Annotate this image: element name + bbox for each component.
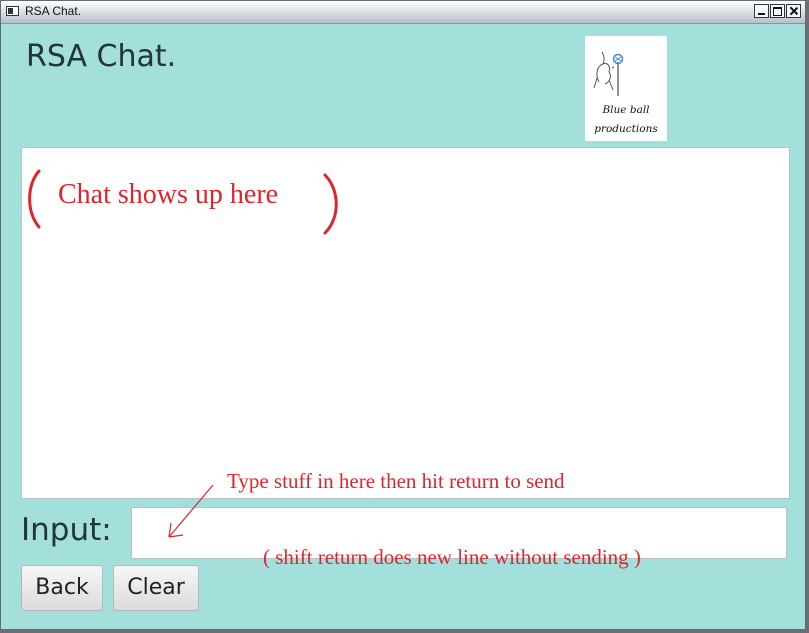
minimize-icon[interactable] [754,4,769,18]
right-paren-annotation-icon [323,173,338,235]
app-window-icon [6,6,19,16]
logo-text-line1: Blue ball [602,104,650,116]
clear-button[interactable]: Clear [113,565,199,611]
window-controls [754,4,801,18]
page-title: RSA Chat. [26,39,177,74]
logo-drawing-icon [593,51,624,96]
left-paren-annotation-icon [28,169,41,229]
title-bar[interactable]: RSA Chat. [1,1,805,24]
shift-return-annotation: ( shift return does new line without sen… [263,545,641,569]
app-window: RSA Chat. RSA Chat. Blue ball production… [0,0,806,630]
arrow-annotation-icon [168,484,214,538]
maximize-icon[interactable] [770,4,785,18]
chat-annotation: Chat shows up here [58,179,279,210]
input-annotation: Type stuff in here then hit return to se… [227,469,565,493]
logo-text-line2: productions [594,123,658,135]
back-button[interactable]: Back [21,565,103,611]
close-icon[interactable] [786,4,801,18]
window-title: RSA Chat. [25,4,82,18]
input-label: Input: [21,512,112,548]
logo: Blue ball productions [585,36,667,141]
